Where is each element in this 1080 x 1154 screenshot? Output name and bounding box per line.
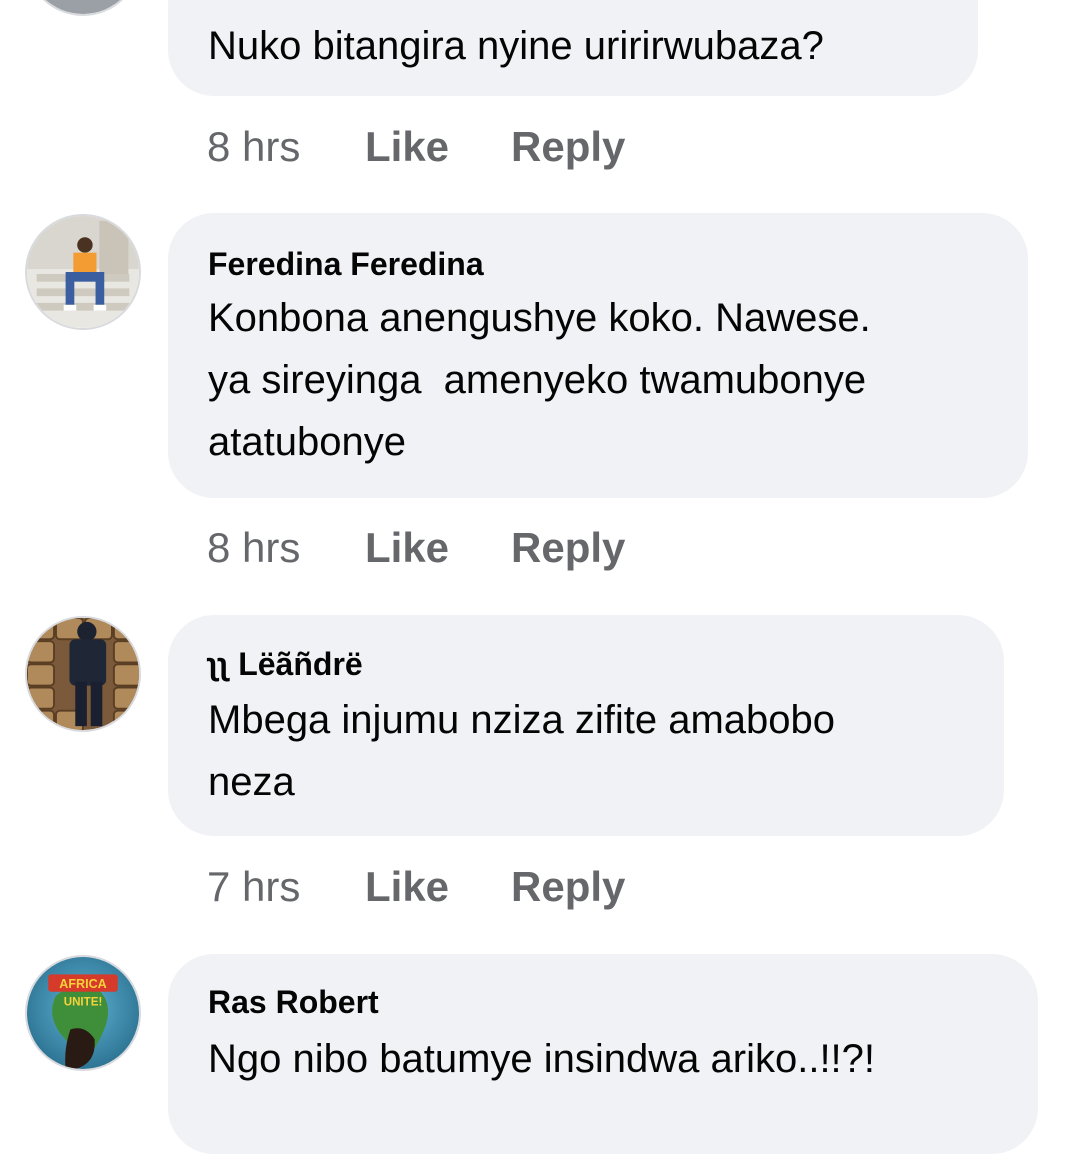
comment-text: Konbona anengushye koko. Nawese. ya sire… — [208, 296, 871, 464]
comment-timestamp[interactable]: 8 hrs — [207, 524, 365, 572]
comment-bubble: Feredina Feredina Konbona anengushye kok… — [168, 213, 1028, 498]
avatar[interactable] — [25, 0, 141, 16]
comment-text: Ngo nibo batumye insindwa ariko..!!?! — [208, 1037, 876, 1081]
avatar[interactable] — [25, 214, 141, 330]
comment-timestamp[interactable]: 7 hrs — [207, 863, 365, 911]
comment-text: Mbega injumu nziza zifite amabobo neza — [208, 698, 836, 804]
like-button[interactable]: Like — [365, 123, 511, 171]
like-button[interactable]: Like — [365, 863, 511, 911]
comment-bubble: Nuko bitangira nyine uririrwubaza? — [168, 0, 978, 96]
comment-actions: 8 hrs Like Reply — [207, 523, 625, 573]
comment-actions: 8 hrs Like Reply — [207, 122, 625, 172]
avatar[interactable] — [25, 616, 141, 732]
comment-author[interactable]: Ras Robert — [208, 984, 379, 1021]
comment-actions: 7 hrs Like Reply — [207, 862, 625, 912]
comment-text: Nuko bitangira nyine uririrwubaza? — [208, 24, 824, 68]
comment-timestamp[interactable]: 8 hrs — [207, 123, 365, 171]
avatar-badge-text: AFRICA — [59, 977, 106, 991]
comment-bubble: ʅʅ Lëãñdrë Mbega injumu nziza zifite ama… — [168, 615, 1004, 836]
avatar-badge-text: UNITE! — [64, 996, 103, 1008]
avatar[interactable]: AFRICA UNITE! — [25, 955, 141, 1071]
comment-bubble: Ras Robert Ngo nibo batumye insindwa ari… — [168, 954, 1038, 1154]
reply-button[interactable]: Reply — [511, 863, 625, 911]
comment-author[interactable]: ʅʅ Lëãñdrë — [208, 646, 363, 683]
reply-button[interactable]: Reply — [511, 524, 625, 572]
comment-author[interactable]: Feredina Feredina — [208, 246, 484, 283]
reply-button[interactable]: Reply — [511, 123, 625, 171]
like-button[interactable]: Like — [365, 524, 511, 572]
